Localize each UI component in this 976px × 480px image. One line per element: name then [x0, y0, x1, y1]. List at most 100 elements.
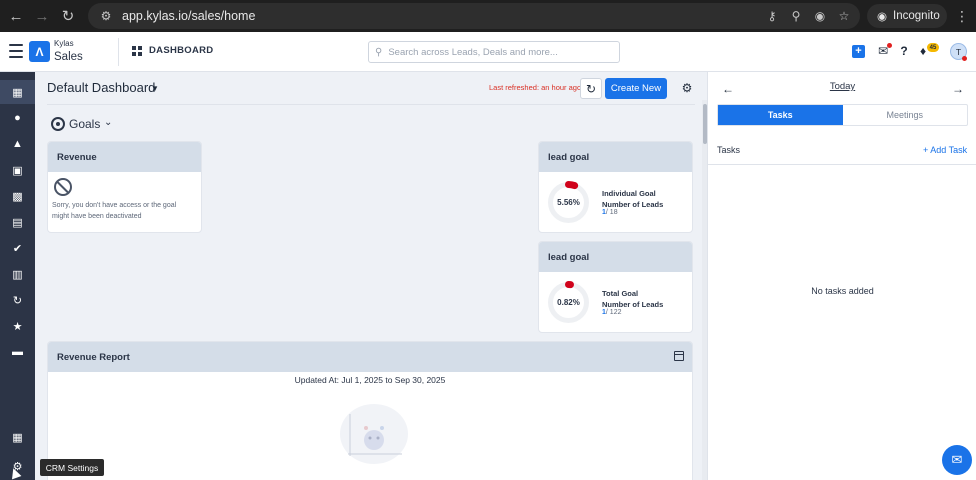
url-text[interactable]: app.kylas.io/sales/home: [122, 9, 255, 23]
campaign-icon: ★: [12, 320, 23, 333]
announcement-dot: [887, 43, 892, 48]
sidebar-item-contacts[interactable]: ▣: [0, 158, 35, 182]
kylas-logo[interactable]: Λ: [29, 41, 50, 62]
quick-add-button[interactable]: +: [852, 45, 865, 58]
user-icon: ●: [14, 112, 21, 124]
search-input[interactable]: [388, 46, 589, 58]
site-settings-icon[interactable]: ⚙: [98, 8, 114, 24]
reports-icon: ▬: [12, 346, 23, 358]
goal-progress-count: 1/ 122: [602, 309, 621, 316]
sidebar-item-calendar[interactable]: ▥: [0, 262, 35, 286]
brand-name: Kylas: [54, 39, 74, 48]
divider: [47, 104, 695, 105]
panel-tabs: Tasks Meetings: [717, 104, 968, 126]
dashboard-selector[interactable]: Default Dashboard: [47, 80, 155, 95]
incognito-indicator[interactable]: ◉ Incognito: [867, 4, 947, 28]
goal-metric: Number of Leads: [602, 300, 664, 309]
goal-progress-ring: 5.56%: [545, 179, 592, 226]
notification-badge: 45: [927, 43, 939, 52]
eye-off-icon[interactable]: ◉: [812, 8, 828, 24]
chat-support-button[interactable]: ✉: [942, 445, 972, 475]
app-header: Λ Kylas Sales DASHBOARD ⚲ + ✉ ? ♦ 45 T: [0, 32, 976, 72]
reload-icon[interactable]: ↻: [58, 6, 78, 26]
empty-state: No tasks added: [811, 286, 874, 296]
forward-icon[interactable]: →: [32, 6, 52, 26]
search-icon: ⚲: [375, 46, 383, 58]
arrow-right-icon[interactable]: →: [952, 82, 964, 96]
contact-card-icon: ▣: [12, 164, 23, 177]
dashboard-main: Default Dashboard ▼ Last refreshed: an h…: [35, 72, 707, 480]
goal-percent: 0.82%: [557, 298, 580, 307]
chat-icon: ✉: [951, 452, 963, 467]
tab-meetings[interactable]: Meetings: [843, 105, 968, 125]
lead-goal-card-total[interactable]: lead goal 0.82% Total Goal Number of Lea…: [538, 241, 693, 333]
apps-grid-icon: ▦: [12, 431, 23, 444]
revenue-report-card: Revenue Report Updated At: Jul 1, 2025 t…: [47, 341, 693, 480]
chevron-down-icon[interactable]: ⌄: [104, 117, 112, 128]
kebab-menu-icon[interactable]: ⋮: [954, 7, 970, 25]
sidebar-item-dashboard[interactable]: ▦: [0, 80, 35, 104]
create-new-button[interactable]: Create New: [605, 78, 667, 99]
zoom-icon[interactable]: ⚲: [788, 8, 804, 24]
goal-name: Individual Goal: [602, 189, 656, 198]
sidebar-item-deals[interactable]: ▤: [0, 210, 35, 234]
sidebar-item-leads[interactable]: ▲: [0, 132, 35, 156]
calendar-icon[interactable]: [674, 351, 684, 361]
card-title: lead goal: [539, 242, 692, 272]
sidebar-item-campaigns[interactable]: ★: [0, 314, 35, 338]
global-search[interactable]: ⚲: [368, 41, 620, 63]
password-key-icon[interactable]: ⚷: [764, 8, 780, 24]
sidebar-item-workflows[interactable]: ↻: [0, 288, 35, 312]
browser-toolbar: ← → ↻ ⚙ app.kylas.io/sales/home ⚷ ⚲ ◉ ☆ …: [0, 0, 976, 32]
sidebar-item-companies[interactable]: ▩: [0, 184, 35, 208]
address-bar[interactable]: ⚙ app.kylas.io/sales/home ⚷ ⚲ ◉ ☆: [88, 3, 860, 29]
refresh-button[interactable]: ↻: [580, 78, 602, 99]
hamburger-menu-icon[interactable]: [9, 44, 23, 58]
sidebar: ▦ ● ▲ ▣ ▩ ▤ ✔ ▥ ↻ ★ ▬ ▦ ⚙: [0, 72, 35, 480]
crm-settings-tooltip: CRM Settings: [40, 459, 104, 476]
back-icon[interactable]: ←: [6, 6, 26, 26]
calendar-icon: ▥: [12, 268, 23, 281]
bookmark-star-icon[interactable]: ☆: [836, 8, 852, 24]
card-title: Revenue: [48, 142, 201, 172]
goal-progress-ring: 0.82%: [545, 279, 592, 326]
revenue-goal-card: Revenue Sorry, you don't have access or …: [47, 141, 202, 233]
add-task-button[interactable]: + Add Task: [923, 145, 967, 155]
header-divider: [118, 38, 119, 66]
sidebar-item-reports[interactable]: ▬: [0, 340, 35, 364]
target-icon: [51, 117, 65, 131]
tab-tasks[interactable]: Tasks: [718, 105, 843, 125]
date-label[interactable]: Today: [708, 81, 976, 92]
sidebar-item-users[interactable]: ●: [0, 106, 35, 130]
help-icon[interactable]: ?: [897, 44, 911, 58]
divider: [708, 164, 976, 165]
dashboard-grid-icon: [132, 46, 142, 56]
report-updated-range: Updated At: Jul 1, 2025 to Sep 30, 2025: [294, 375, 446, 385]
avatar-status-dot: [962, 56, 967, 61]
card-title: Revenue Report: [48, 342, 692, 372]
calendar-panel: ← Today → Tasks Meetings Tasks + Add Tas…: [707, 72, 976, 480]
goal-target: / 122: [605, 309, 622, 316]
no-access-icon: [54, 178, 72, 196]
goals-label[interactable]: Goals: [69, 117, 100, 131]
product-name: Sales: [54, 51, 83, 63]
refresh-icon: ↻: [585, 81, 597, 96]
dashboard-settings-gear-icon[interactable]: ⚙: [679, 80, 695, 96]
section-title: DASHBOARD: [149, 45, 214, 56]
no-access-message: Sorry, you don't have access or the goal…: [52, 202, 177, 220]
dashboard-icon: ▦: [12, 86, 23, 99]
goal-progress-count: 1/ 18: [602, 209, 618, 216]
sidebar-item-tasks[interactable]: ✔: [0, 236, 35, 260]
incognito-label: Incognito: [893, 10, 940, 22]
last-refreshed-text: Last refreshed: an hour ago: [489, 83, 582, 92]
tasks-heading: Tasks: [717, 145, 741, 155]
goal-name: Total Goal: [602, 289, 639, 298]
card-title: lead goal: [539, 142, 692, 172]
deals-icon: ▤: [12, 216, 23, 229]
empty-chart-illustration: [340, 404, 408, 464]
company-icon: ▩: [12, 190, 23, 203]
incognito-icon: ◉: [877, 11, 888, 23]
caret-down-icon[interactable]: ▼: [151, 84, 159, 93]
lead-goal-card-individual[interactable]: lead goal 5.56% Individual Goal Number o…: [538, 141, 693, 233]
sidebar-item-apps[interactable]: ▦: [0, 425, 35, 449]
